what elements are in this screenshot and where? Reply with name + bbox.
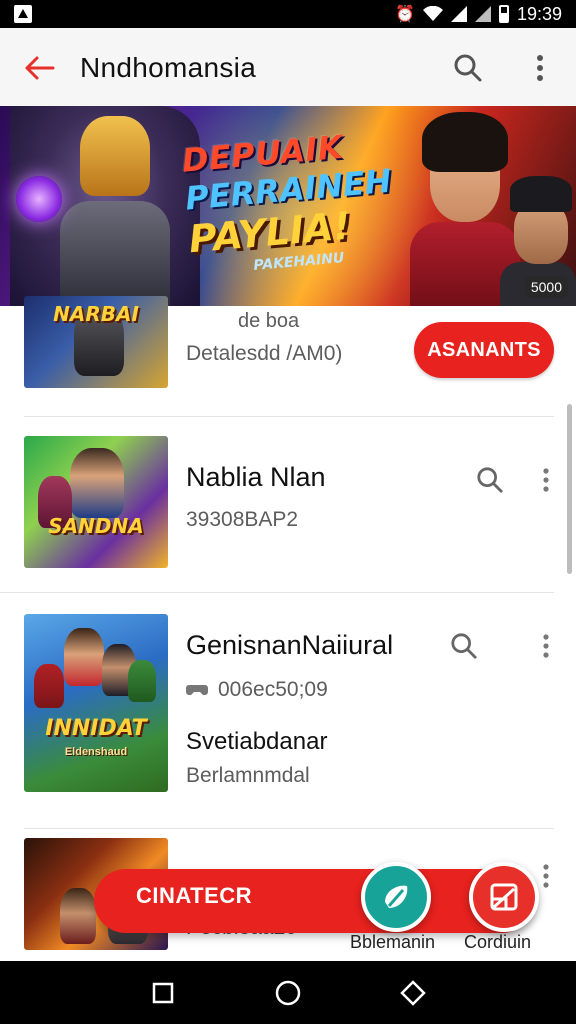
promo-banner[interactable]: DEPUAIK PERRAINEH PAYLIA! PAKEHAINU 5000 (0, 106, 576, 306)
more-vert-icon (543, 634, 549, 658)
back-nav-button[interactable] (393, 973, 433, 1013)
battery-icon (498, 5, 509, 23)
search-button[interactable] (432, 28, 504, 108)
app-bar: Nndhomansia (0, 28, 576, 108)
banner-hero-warrior (10, 106, 200, 306)
game-thumbnail: INNIDAT Eldenshaud (24, 614, 168, 792)
search-icon (477, 467, 503, 493)
item-search-button[interactable] (472, 462, 508, 498)
more-vert-icon (543, 864, 549, 888)
banner-badge: 5000 (524, 276, 568, 298)
item-title: GenisnanNaiiural (186, 630, 394, 660)
app-bar-actions (432, 28, 576, 108)
search-icon (454, 54, 482, 82)
list-item[interactable]: INNIDAT Eldenshaud GenisnanNaiiural 006e… (0, 592, 576, 830)
wifi-icon (422, 6, 443, 21)
game-thumbnail: SANDNA (24, 436, 168, 568)
alarm-icon: ⏰ (395, 6, 415, 23)
recents-button[interactable] (143, 973, 183, 1013)
search-icon (451, 633, 477, 659)
teal-fab-button[interactable] (361, 862, 431, 932)
more-vert-icon (537, 55, 543, 81)
magic-orb-icon (16, 176, 62, 222)
item-meta: Detalesdd /AM0) (186, 342, 343, 365)
item-title: Nablia Nlan (186, 462, 326, 492)
item-search-button[interactable] (446, 628, 482, 664)
game-list: NARBAI de boa Detalesdd /AM0) ASANANTS S… (0, 296, 576, 950)
item-subtitle: de boa (238, 310, 300, 332)
red-fab-button[interactable] (469, 862, 539, 932)
item-more-button[interactable] (536, 628, 556, 664)
scrollbar[interactable] (567, 404, 572, 574)
list-item[interactable]: SANDNA Nablia Nlan 39308BAP2 (0, 416, 576, 593)
back-arrow-icon (25, 56, 55, 80)
signal-icon (450, 6, 467, 22)
home-button[interactable] (268, 973, 308, 1013)
item-label-1: Svetiabdanar (186, 728, 328, 755)
fab-caption-right: Cordiuin (464, 932, 532, 952)
fab-caption-left: Bblemanin (350, 932, 436, 952)
item-label-2: Berlamnmdal (186, 764, 310, 787)
more-vert-icon (543, 468, 549, 492)
list-item[interactable]: NARBAI de boa Detalesdd /AM0) ASANANTS (0, 296, 576, 417)
square-icon (152, 982, 173, 1003)
more-options-button[interactable] (504, 28, 576, 108)
system-nav-bar (0, 961, 576, 1024)
gamepad-icon (186, 685, 208, 695)
floating-action-label[interactable]: CINATECR (136, 883, 336, 909)
install-button[interactable]: ASANANTS (414, 322, 554, 378)
signal-2-icon (474, 6, 491, 22)
item-meta: 006ec50;09 (186, 678, 328, 702)
status-icons: ⏰ 19:39 (395, 4, 562, 25)
leaf-icon (385, 885, 408, 908)
divider (24, 828, 554, 829)
page-title: Nndhomansia (80, 52, 257, 83)
circle-icon (275, 980, 301, 1005)
banner-headline: DEPUAIK PERRAINEH PAYLIA! PAKEHAINU (180, 123, 411, 280)
notification-icon (14, 5, 32, 23)
status-bar: ⏰ 19:39 (0, 0, 576, 28)
status-time: 19:39 (516, 3, 562, 24)
diamond-icon (400, 979, 427, 1006)
app-screen: ⏰ 19:39 Nndhomansia DEPUAIK PERRAINEH PA… (0, 0, 576, 1024)
game-thumbnail: NARBAI (24, 296, 168, 388)
item-more-button[interactable] (536, 858, 556, 894)
edit-square-icon (490, 883, 518, 911)
item-more-button[interactable] (536, 462, 556, 498)
item-meta: 39308BAP2 (186, 508, 299, 531)
back-button[interactable] (0, 28, 80, 108)
